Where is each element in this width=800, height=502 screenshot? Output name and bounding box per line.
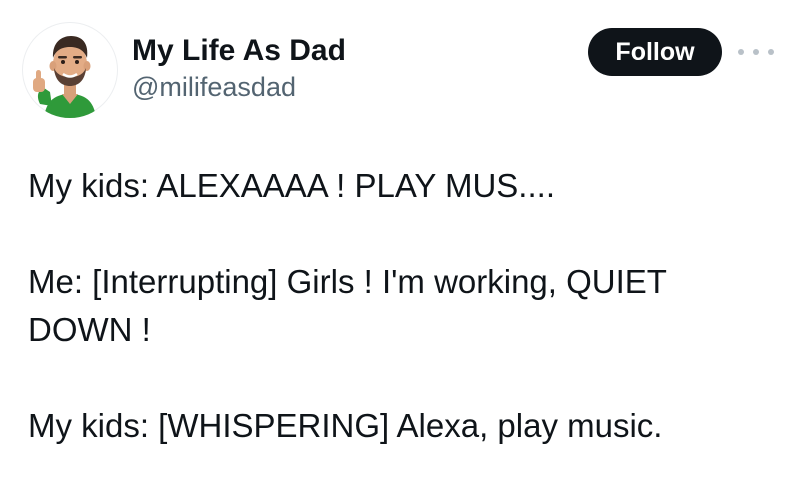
more-dot: [753, 49, 759, 55]
more-dot: [738, 49, 744, 55]
tweet-line: My kids: ALEXAAAA ! PLAY MUS....: [28, 167, 555, 204]
more-dot: [768, 49, 774, 55]
avatar[interactable]: [22, 22, 118, 118]
tweet-line: DOWN !: [28, 311, 151, 348]
tweet-line: My kids: [WHISPERING] Alexa, play music.: [28, 407, 663, 444]
author-handle[interactable]: @milifeasdad: [132, 72, 296, 103]
tweet-header: My Life As Dad @milifeasdad Follow: [0, 0, 800, 130]
more-horizontal-icon[interactable]: [738, 40, 774, 64]
author-display-name[interactable]: My Life As Dad: [132, 34, 346, 68]
bitmoji-dad-avatar-icon: [33, 36, 96, 118]
tweet-text: My kids: ALEXAAAA ! PLAY MUS.... Me: [In…: [28, 162, 768, 450]
follow-button[interactable]: Follow: [588, 28, 722, 76]
tweet-line: Me: [Interrupting] Girls ! I'm working, …: [28, 263, 667, 300]
